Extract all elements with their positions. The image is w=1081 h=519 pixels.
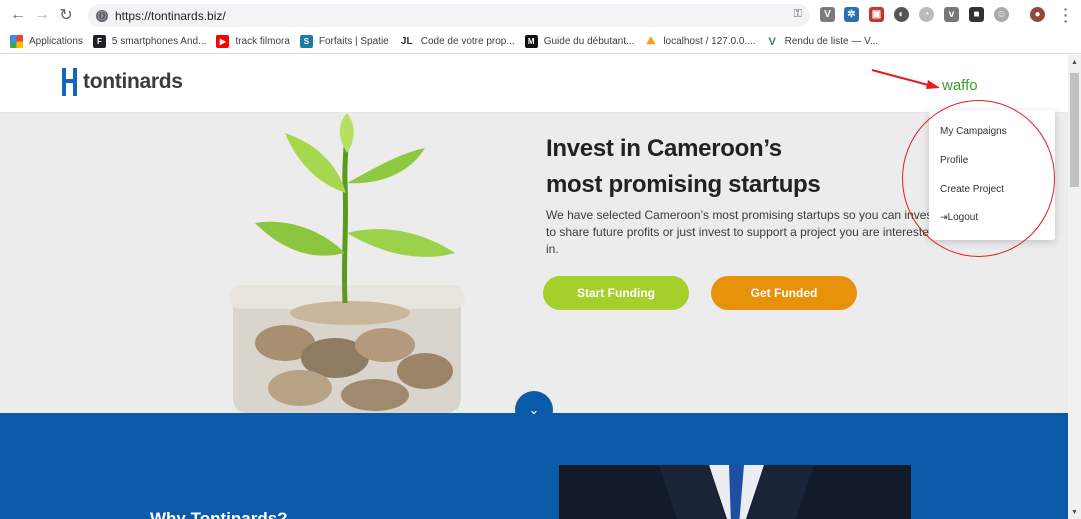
user-menu-toggle[interactable]: waffo (942, 77, 978, 94)
why-title: Why Tontinards? (150, 509, 288, 519)
bookmark-label: Guide du débutant... (543, 36, 635, 47)
youtube-icon: ▶ (216, 35, 230, 48)
jl-logo-icon: JL (400, 36, 413, 47)
bookmark-track-filmora[interactable]: ▶ track filmora (216, 35, 290, 48)
bookmark-rendu[interactable]: V Rendu de liste — V... (766, 35, 879, 48)
get-funded-button[interactable]: Get Funded (711, 276, 857, 310)
hero-title-line: Invest in Cameroon’s (546, 135, 782, 162)
f-logo-icon: F (92, 35, 106, 48)
logo-mark-icon (62, 68, 77, 96)
extension-v-icon[interactable]: V (820, 7, 835, 22)
bookmarks-bar: Applications F 5 smartphones And... ▶ tr… (0, 30, 1081, 54)
bookmark-label: Rendu de liste — V... (784, 36, 879, 47)
start-funding-button[interactable]: Start Funding (543, 276, 689, 310)
bookmark-label: Applications (29, 36, 83, 47)
bookmark-guide[interactable]: M Guide du débutant... (524, 35, 635, 48)
vue-logo-icon: V (768, 35, 776, 48)
business-person-image (559, 465, 911, 519)
reload-icon[interactable]: ↻ (54, 3, 78, 27)
extension-clock-icon[interactable]: ◔ (919, 7, 934, 22)
scroll-down-icon[interactable]: ▼ (1071, 509, 1078, 516)
forward-icon[interactable]: → (30, 3, 54, 27)
apps-grid-icon (10, 35, 23, 48)
logo-text: tontinards (83, 70, 183, 93)
bookmark-label: Code de votre prop... (420, 36, 515, 47)
site-info-icon[interactable]: ⓘ (96, 9, 108, 22)
bookmark-code[interactable]: JL Code de votre prop... (399, 35, 515, 48)
extension-ghost-icon[interactable]: ☺ (994, 7, 1009, 22)
m-logo-icon: M (524, 35, 538, 48)
browser-toolbar: ← → ↻ ⓘ https://tontinards.biz/ ⚿ V ✲ ▣ … (0, 0, 1081, 30)
extension-vimeo-icon[interactable]: v (944, 7, 959, 22)
scroll-up-icon[interactable]: ▲ (1071, 59, 1078, 66)
url-text[interactable]: https://tontinards.biz/ (115, 9, 226, 23)
site-header: tontinards waffo (0, 55, 1068, 113)
extension-gear-icon[interactable]: ✲ (844, 7, 859, 22)
bookmark-label: localhost / 127.0.0.... (663, 36, 756, 47)
bookmark-applications[interactable]: Applications (10, 35, 83, 48)
page-scrollbar[interactable]: ▲ ▼ (1068, 55, 1081, 519)
page-viewport: tontinards waffo Invest in Cameroon’s mo… (0, 55, 1068, 519)
s-logo-icon: S (299, 35, 313, 48)
profile-avatar-icon[interactable]: ● (1030, 7, 1045, 22)
site-logo[interactable]: tontinards (62, 68, 183, 96)
back-icon[interactable]: ← (6, 3, 30, 27)
extension-moon-icon[interactable]: ◐ (894, 7, 909, 22)
key-icon[interactable]: ⚿ (794, 8, 802, 21)
bookmark-label: 5 smartphones And... (111, 36, 207, 47)
bookmark-label: Forfaits | Spatie (318, 36, 389, 47)
browser-menu-icon[interactable]: · · · (1063, 2, 1069, 28)
bookmark-label: track filmora (235, 36, 290, 47)
hero-title: Invest in Cameroon’s most promising star… (546, 131, 821, 203)
bookmark-smartphones[interactable]: F 5 smartphones And... (92, 35, 207, 48)
hero-description: We have selected Cameroon’s most promisi… (546, 208, 936, 256)
extension-image-icon[interactable]: ▣ (869, 7, 884, 22)
scrollbar-thumb[interactable] (1070, 73, 1079, 187)
phpmyadmin-icon: ⛰ (646, 35, 656, 47)
coin-jar-plant-image (229, 113, 465, 413)
bookmark-forfaits[interactable]: S Forfaits | Spatie (299, 35, 389, 48)
hero-title-line: most promising startups (546, 171, 821, 198)
bookmark-localhost[interactable]: ⛰ localhost / 127.0.0.... (644, 35, 755, 48)
annotation-arrow (871, 69, 940, 89)
address-bar[interactable]: ⓘ https://tontinards.biz/ ⚿ (88, 4, 810, 27)
extension-box-icon[interactable]: ■ (969, 7, 984, 22)
chevron-down-icon[interactable]: ⌄ (515, 391, 553, 429)
annotation-circle (902, 100, 1055, 257)
